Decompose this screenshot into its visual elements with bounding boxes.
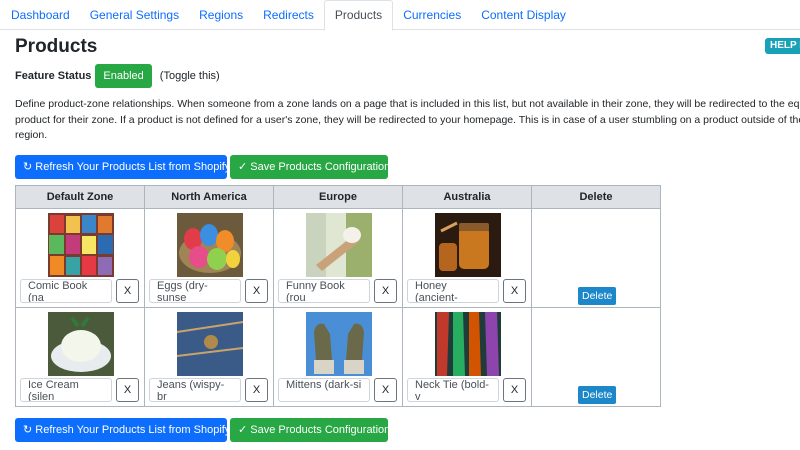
ice-cream-image [48, 312, 114, 376]
feature-status-row: Feature Status Enabled (Toggle this) [15, 64, 220, 88]
column-header-north-america: North America [144, 185, 274, 209]
clear-product-button[interactable]: X [116, 279, 139, 303]
save-configuration-button[interactable]: ✓ Save Products Configuration [230, 155, 390, 179]
comic-book-image [48, 213, 114, 277]
description-text: Define product-zone relationships. When … [15, 97, 800, 144]
toggle-hint: (Toggle this) [159, 70, 220, 82]
column-header-australia: Australia [402, 185, 532, 209]
table-row: Ice Cream (silen X Jeans (wispy-br X Mit… [15, 307, 661, 407]
action-buttons-top: ↻ Refresh Your Products List from Shopif… [15, 155, 390, 179]
help-button[interactable]: HELP D [765, 38, 800, 54]
neck-tie-image [435, 312, 501, 376]
product-cell: Neck Tie (bold-v X [402, 307, 532, 407]
page-title: Products [15, 36, 98, 57]
refresh-products-button[interactable]: ↻ Refresh Your Products List from Shopif… [15, 155, 230, 179]
clear-product-button[interactable]: X [374, 378, 397, 402]
action-buttons-bottom: ↻ Refresh Your Products List from Shopif… [15, 418, 390, 442]
tab-content-display[interactable]: Content Display [471, 0, 576, 30]
tab-bar: Dashboard General Settings Regions Redir… [0, 0, 800, 31]
product-cell: Funny Book (rou X [273, 208, 403, 308]
product-select-input[interactable]: Neck Tie (bold-v [407, 378, 499, 402]
clear-product-button[interactable]: X [245, 378, 268, 402]
column-header-delete: Delete [531, 185, 661, 209]
tab-currencies[interactable]: Currencies [393, 0, 471, 30]
product-select-input[interactable]: Jeans (wispy-br [149, 378, 241, 402]
clear-product-button[interactable]: X [503, 279, 526, 303]
column-header-default-zone: Default Zone [15, 185, 145, 209]
description-line: Define product-zone relationships. When … [15, 98, 800, 110]
product-select-input[interactable]: Mittens (dark-si [278, 378, 370, 402]
product-select-input[interactable]: Honey (ancient- [407, 279, 499, 303]
refresh-products-button[interactable]: ↻ Refresh Your Products List from Shopif… [15, 418, 230, 442]
mittens-image [306, 312, 372, 376]
delete-row-button[interactable]: Delete [578, 386, 617, 404]
description-line: region. [15, 129, 48, 141]
clear-product-button[interactable]: X [374, 279, 397, 303]
product-cell: Mittens (dark-si X [273, 307, 403, 407]
product-select-input[interactable]: Ice Cream (silen [20, 378, 112, 402]
table-row: Comic Book (na X Eggs (dry-sunse X Funny… [15, 208, 661, 308]
jeans-image [177, 312, 243, 376]
feature-status-toggle-button[interactable]: Enabled [95, 64, 152, 88]
product-cell: Honey (ancient- X [402, 208, 532, 308]
tab-regions[interactable]: Regions [189, 0, 253, 30]
product-select-input[interactable]: Comic Book (na [20, 279, 112, 303]
products-table: Default Zone North America Europe Austra… [15, 185, 661, 407]
feature-status-label: Feature Status [15, 70, 92, 82]
product-select-input[interactable]: Eggs (dry-sunse [149, 279, 241, 303]
product-select-input[interactable]: Funny Book (rou [278, 279, 370, 303]
honey-image [435, 213, 501, 277]
clear-product-button[interactable]: X [503, 378, 526, 402]
eggs-image [177, 213, 243, 277]
product-cell: Eggs (dry-sunse X [144, 208, 274, 308]
clear-product-button[interactable]: X [245, 279, 268, 303]
tab-products[interactable]: Products [323, 0, 394, 31]
tab-dashboard[interactable]: Dashboard [1, 0, 80, 30]
product-cell: Jeans (wispy-br X [144, 307, 274, 407]
funny-book-image [306, 213, 372, 277]
description-line: product for their zone. If a product is … [15, 113, 800, 126]
delete-cell: Delete [531, 307, 661, 407]
column-header-europe: Europe [273, 185, 403, 209]
tab-redirects[interactable]: Redirects [253, 0, 324, 30]
product-cell: Ice Cream (silen X [15, 307, 145, 407]
save-configuration-button[interactable]: ✓ Save Products Configuration [230, 418, 390, 442]
delete-cell: Delete [531, 208, 661, 308]
tab-general-settings[interactable]: General Settings [80, 0, 189, 30]
delete-row-button[interactable]: Delete [578, 287, 617, 305]
product-cell: Comic Book (na X [15, 208, 145, 308]
clear-product-button[interactable]: X [116, 378, 139, 402]
